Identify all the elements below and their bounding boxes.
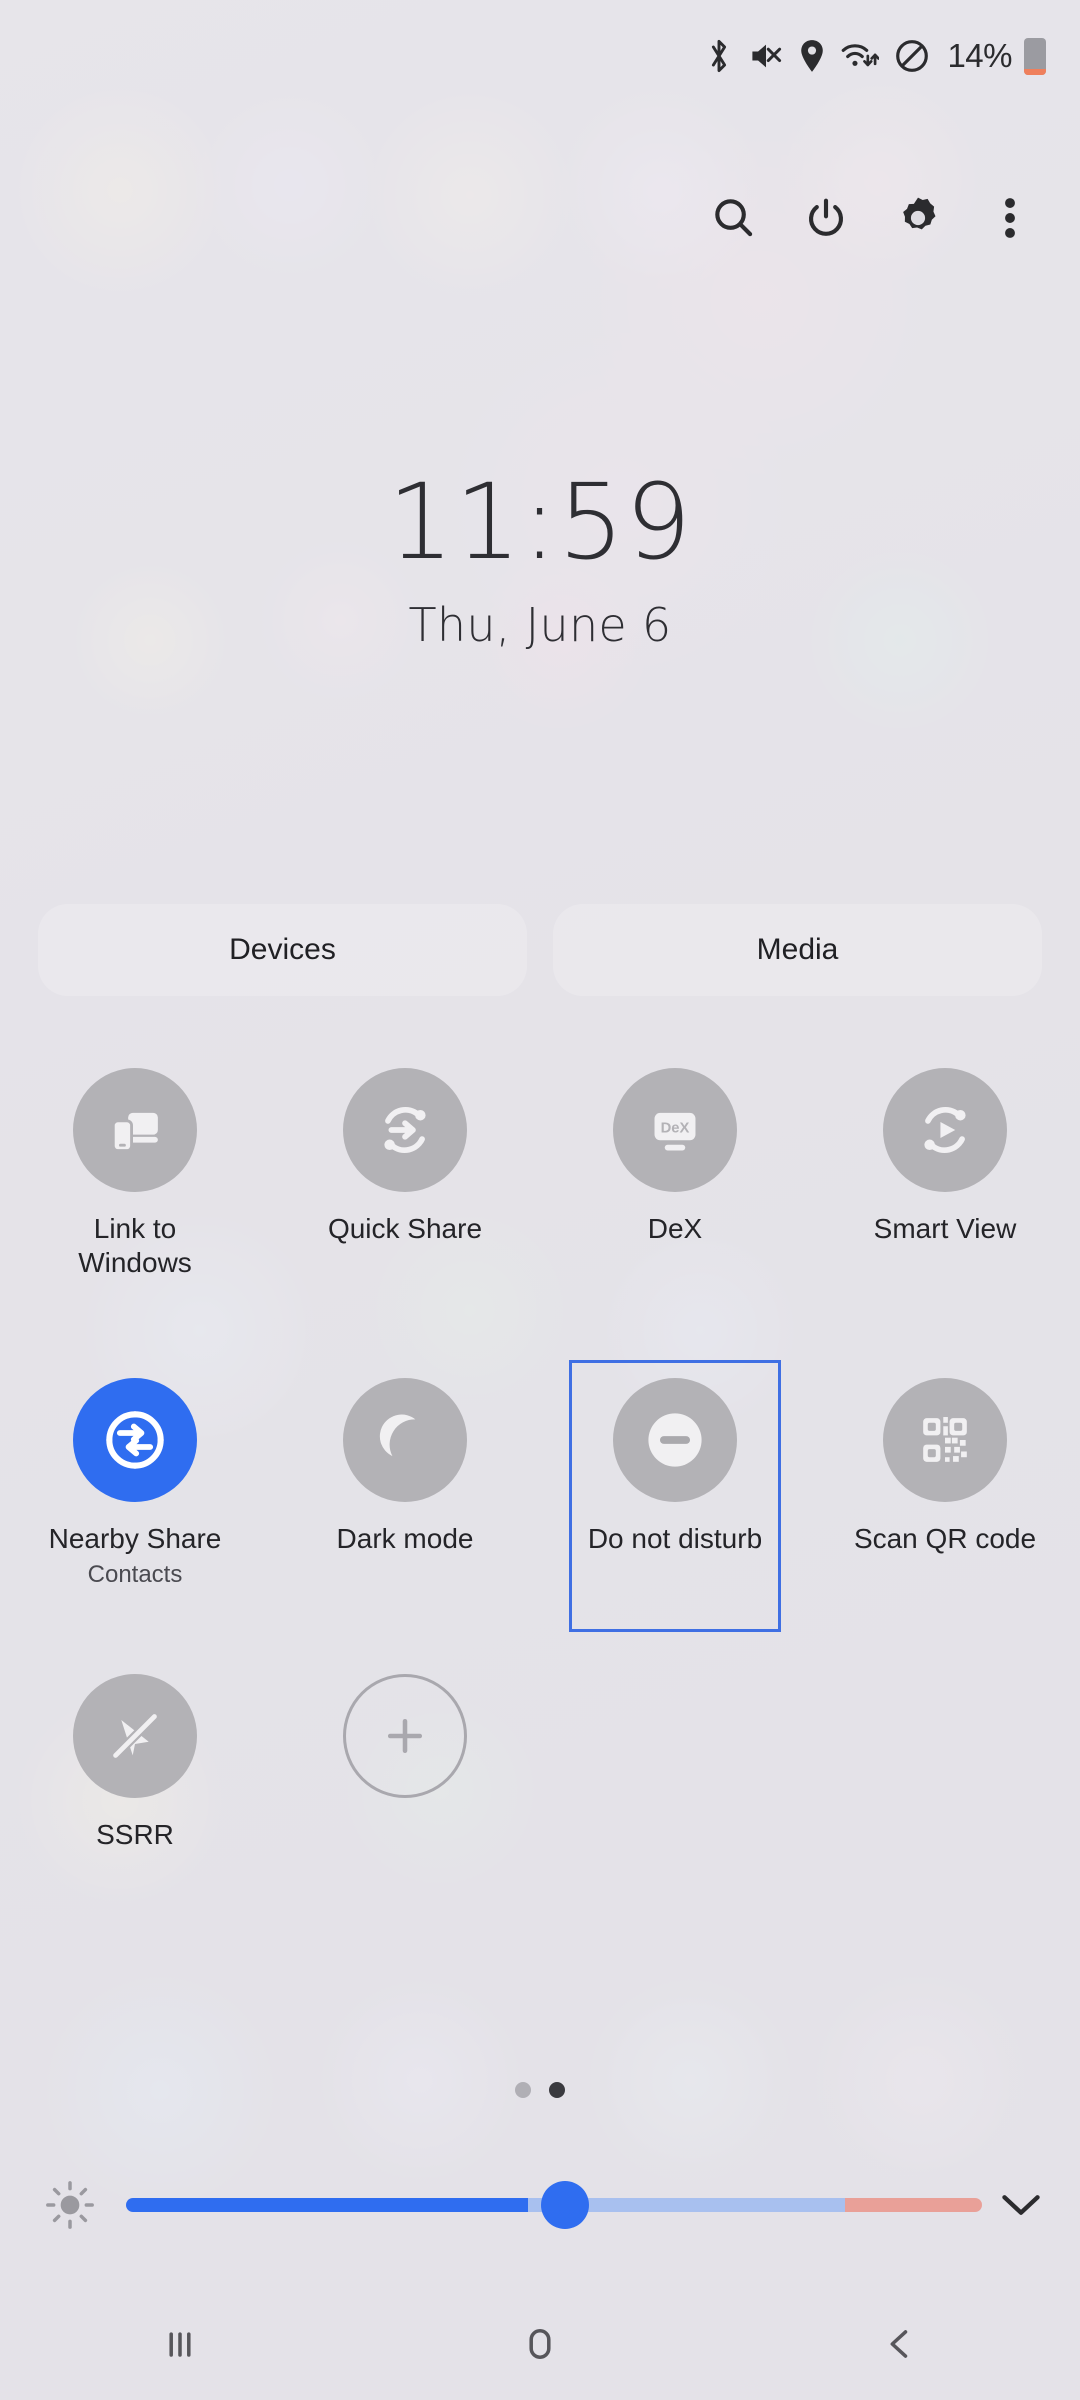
tile-label: Quick Share (327, 1213, 483, 1244)
tile-dark-mode[interactable]: Dark mode (270, 1356, 540, 1652)
clock-date: Thu, June 6 (408, 598, 672, 652)
location-icon (799, 39, 825, 73)
media-pill[interactable]: Media (553, 904, 1042, 996)
search-button[interactable] (688, 178, 780, 258)
minus-circle-icon (613, 1378, 737, 1502)
home-button[interactable] (360, 2288, 720, 2400)
sound-muted-icon (749, 40, 783, 72)
quick-settings-panel: 14% 11:59 Thu, June 6 Devices Media Link… (0, 0, 1080, 2400)
chevron-down-icon[interactable] (982, 2150, 1060, 2260)
battery-percentage: 14% (947, 37, 1012, 74)
tile-label: Smart View (873, 1213, 1017, 1244)
tile-row-1: Link to Windows Quick Share DeX DeX Smar… (0, 1046, 1080, 1356)
tile-scan-qr-code[interactable]: Scan QR code (810, 1356, 1080, 1652)
tile-row-3: SSRR (0, 1652, 1080, 1892)
quick-settings-toolbar (0, 178, 1080, 258)
devices-pill[interactable]: Devices (38, 904, 527, 996)
tile-smart-view[interactable]: Smart View (810, 1046, 1080, 1356)
brightness-slider[interactable] (126, 2150, 1060, 2260)
quick-share-icon (343, 1068, 467, 1192)
tile-label: Do not disturb (587, 1523, 763, 1554)
page-dot-1[interactable] (515, 2082, 531, 2098)
tile-label: Scan QR code (853, 1523, 1037, 1554)
battery-icon (1024, 37, 1046, 75)
tile-label: Link to Windows (78, 1213, 192, 1278)
tile-add-button[interactable] (270, 1652, 540, 1892)
brightness-icon (22, 2177, 118, 2233)
wifi-icon (841, 40, 880, 72)
phone-monitor-icon (73, 1068, 197, 1192)
nearby-share-icon (73, 1378, 197, 1502)
tile-label: Nearby Share (48, 1523, 222, 1554)
tile-empty-1 (540, 1652, 810, 1892)
svg-text:DeX: DeX (661, 1120, 690, 1136)
clock-widget[interactable]: 11:59 Thu, June 6 (0, 470, 1080, 652)
tile-empty-2 (810, 1652, 1080, 1892)
tile-label: DeX (647, 1213, 703, 1244)
qr-code-icon (883, 1378, 1007, 1502)
tile-ssrr[interactable]: SSRR (0, 1652, 270, 1892)
plus-icon (343, 1674, 467, 1798)
smart-view-icon (883, 1068, 1007, 1192)
moon-icon (343, 1378, 467, 1502)
navigation-bar (0, 2288, 1080, 2400)
bluetooth-icon (705, 38, 733, 74)
clock-time: 11:59 (387, 461, 693, 583)
tile-sublabel: Contacts (87, 1561, 183, 1588)
power-button[interactable] (780, 178, 872, 258)
more-options-button[interactable] (964, 178, 1056, 258)
tile-nearby-share[interactable]: Nearby Share Contacts (0, 1356, 270, 1652)
brightness-row (0, 2150, 1080, 2260)
settings-button[interactable] (872, 178, 964, 258)
tile-link-to-windows[interactable]: Link to Windows (0, 1046, 270, 1356)
quick-settings-tiles: Link to Windows Quick Share DeX DeX Smar… (0, 1046, 1080, 1892)
tile-label: Dark mode (336, 1523, 474, 1554)
brightness-thumb[interactable] (540, 2181, 589, 2229)
dex-monitor-icon: DeX (613, 1068, 737, 1192)
tile-label: SSRR (96, 1819, 174, 1850)
recents-button[interactable] (0, 2288, 360, 2400)
do-not-disturb-icon (895, 39, 929, 73)
page-dot-2[interactable] (549, 2082, 565, 2098)
tile-quick-share[interactable]: Quick Share (270, 1046, 540, 1356)
tile-do-not-disturb[interactable]: Do not disturb (540, 1356, 810, 1652)
status-bar: 14% (0, 0, 1080, 112)
tile-row-2: Nearby Share Contacts Dark mode Do not d… (0, 1356, 1080, 1652)
shortcut-pills: Devices Media (38, 904, 1042, 996)
tile-dex[interactable]: DeX DeX (540, 1046, 810, 1356)
page-indicator (0, 2082, 1080, 2098)
back-button[interactable] (720, 2288, 1080, 2400)
signal-slash-icon (73, 1674, 197, 1798)
